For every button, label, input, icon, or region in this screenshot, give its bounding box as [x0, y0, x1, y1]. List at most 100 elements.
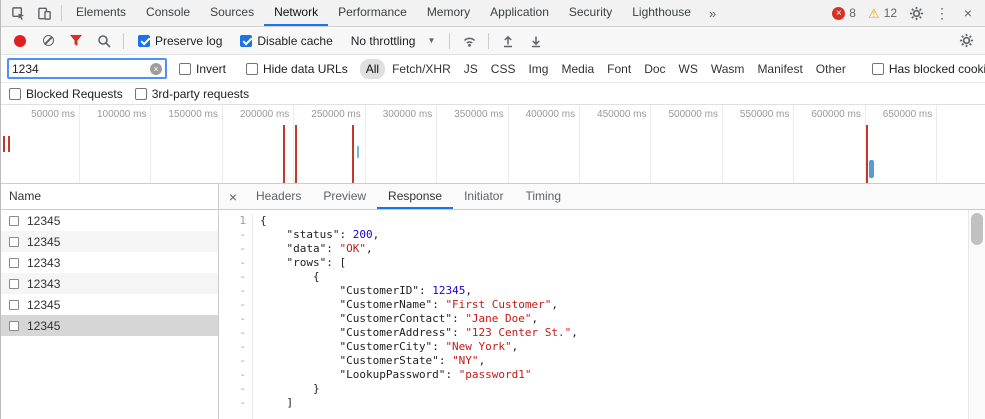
filter-type-media[interactable]: Media [555, 59, 600, 79]
filter-type-js[interactable]: JS [458, 59, 484, 79]
request-row[interactable]: 12345 [1, 210, 218, 231]
tab-application[interactable]: Application [480, 0, 559, 26]
request-row[interactable]: 12345 [1, 315, 218, 336]
warning-count: 12 [884, 6, 897, 20]
scrollbar[interactable] [968, 210, 985, 419]
has-blocked-cookies-label: Has blocked cookies [889, 62, 985, 76]
detail-tab-timing[interactable]: Timing [514, 184, 572, 209]
error-badge[interactable]: × 8 [826, 6, 862, 20]
invert-checkbox[interactable]: Invert [179, 62, 226, 76]
filter-type-ws[interactable]: WS [673, 59, 704, 79]
timeline-overview[interactable]: 50000 ms100000 ms150000 ms200000 ms25000… [1, 105, 985, 184]
token-key: "CustomerAddress" [339, 326, 452, 339]
request-checkbox[interactable] [9, 321, 19, 331]
request-checkbox[interactable] [9, 279, 19, 289]
disable-cache-checkbox[interactable]: Disable cache [240, 34, 332, 48]
request-checkbox[interactable] [9, 258, 19, 268]
timeline-mark-blue-tick [357, 146, 359, 158]
inspect-element-button[interactable] [5, 1, 31, 25]
export-har-button[interactable] [523, 29, 549, 53]
close-devtools-button[interactable]: × [955, 1, 981, 25]
token-punctuation: ] [286, 396, 293, 409]
blocked-requests-label: Blocked Requests [26, 87, 123, 101]
kebab-menu-icon: ⋮ [935, 5, 949, 22]
token-string: "Jane Doe" [465, 312, 531, 325]
filter-button[interactable] [63, 29, 89, 53]
clear-button[interactable] [35, 29, 61, 53]
filter-type-other[interactable]: Other [810, 59, 852, 79]
funnel-icon [69, 34, 83, 47]
request-row[interactable]: 12343 [1, 273, 218, 294]
throttling-select[interactable]: No throttling ▼ [351, 34, 436, 48]
tab-elements[interactable]: Elements [66, 0, 136, 26]
menu-button[interactable]: ⋮ [929, 1, 955, 25]
detail-tab-response[interactable]: Response [377, 184, 453, 209]
tab-lighthouse[interactable]: Lighthouse [622, 0, 701, 26]
filter-type-font[interactable]: Font [601, 59, 637, 79]
scrollbar-thumb[interactable] [971, 213, 983, 245]
more-tabs-button[interactable]: » [701, 6, 724, 21]
blocked-requests-checkbox[interactable]: Blocked Requests [9, 87, 123, 101]
gear-icon [909, 6, 924, 21]
request-checkbox[interactable] [9, 216, 19, 226]
gutter-line-marker: - [219, 382, 246, 396]
close-icon: × [964, 5, 972, 21]
filter-type-img[interactable]: Img [522, 59, 554, 79]
token-punctuation: { [260, 214, 267, 227]
timeline-gridline [222, 105, 223, 183]
third-party-requests-checkbox[interactable]: 3rd-party requests [135, 87, 249, 101]
detail-tab-preview[interactable]: Preview [312, 184, 377, 209]
token-punctuation: , [532, 312, 539, 325]
request-row[interactable]: 12345 [1, 294, 218, 315]
hide-data-urls-checkbox[interactable]: Hide data URLs [246, 62, 348, 76]
request-checkbox[interactable] [9, 300, 19, 310]
request-filters-bar: Blocked Requests 3rd-party requests [1, 83, 985, 105]
filter-type-manifest[interactable]: Manifest [751, 59, 808, 79]
network-filter-bar: × Invert Hide data URLs AllFetch/XHRJSCS… [1, 55, 985, 83]
filter-type-all[interactable]: All [360, 59, 385, 79]
invert-label: Invert [196, 62, 226, 76]
filter-type-css[interactable]: CSS [485, 59, 522, 79]
code-line: "CustomerCity": "New York", [260, 340, 968, 354]
clear-input-icon[interactable]: × [150, 63, 162, 75]
tab-console[interactable]: Console [136, 0, 200, 26]
tab-memory[interactable]: Memory [417, 0, 480, 26]
close-detail-button[interactable]: × [221, 189, 245, 205]
network-conditions-button[interactable] [456, 29, 482, 53]
gutter-line-marker: - [219, 354, 246, 368]
gutter-line-marker: - [219, 298, 246, 312]
filter-type-wasm[interactable]: Wasm [705, 59, 751, 79]
warning-badge[interactable]: ⚠ 12 [862, 6, 903, 20]
record-button[interactable] [7, 29, 33, 53]
code-line: ] [260, 396, 968, 410]
has-blocked-cookies-checkbox[interactable]: Has blocked cookies [872, 62, 985, 76]
devtools-window: ElementsConsoleSourcesNetworkPerformance… [0, 0, 985, 419]
detail-tab-initiator[interactable]: Initiator [453, 184, 514, 209]
filter-type-fetch-xhr[interactable]: Fetch/XHR [386, 59, 457, 79]
request-row[interactable]: 12343 [1, 252, 218, 273]
search-button[interactable] [91, 29, 117, 53]
timeline-mark-blue-bar [869, 160, 874, 179]
filter-type-doc[interactable]: Doc [638, 59, 671, 79]
tab-security[interactable]: Security [559, 0, 622, 26]
network-main: Name 123451234512343123431234512345 × He… [1, 184, 985, 419]
settings-button[interactable] [903, 1, 929, 25]
detail-tab-headers[interactable]: Headers [245, 184, 312, 209]
filter-input[interactable] [12, 62, 150, 76]
token-punctuation: } [313, 382, 320, 395]
request-row[interactable]: 12345 [1, 231, 218, 252]
import-har-button[interactable] [495, 29, 521, 53]
request-checkbox[interactable] [9, 237, 19, 247]
name-column-header[interactable]: Name [1, 184, 218, 210]
preserve-log-checkbox[interactable]: Preserve log [138, 34, 222, 48]
tab-performance[interactable]: Performance [328, 0, 417, 26]
timeline-mark-red-line [352, 125, 354, 184]
token-key: "CustomerName" [339, 298, 432, 311]
tab-sources[interactable]: Sources [200, 0, 264, 26]
timeline-label: 400000 ms [526, 109, 575, 120]
tab-network[interactable]: Network [264, 0, 328, 26]
network-settings-button[interactable] [953, 29, 979, 53]
checkbox-icon [138, 35, 150, 47]
device-toolbar-button[interactable] [31, 1, 57, 25]
resource-type-filters: AllFetch/XHRJSCSSImgMediaFontDocWSWasmMa… [360, 59, 852, 79]
